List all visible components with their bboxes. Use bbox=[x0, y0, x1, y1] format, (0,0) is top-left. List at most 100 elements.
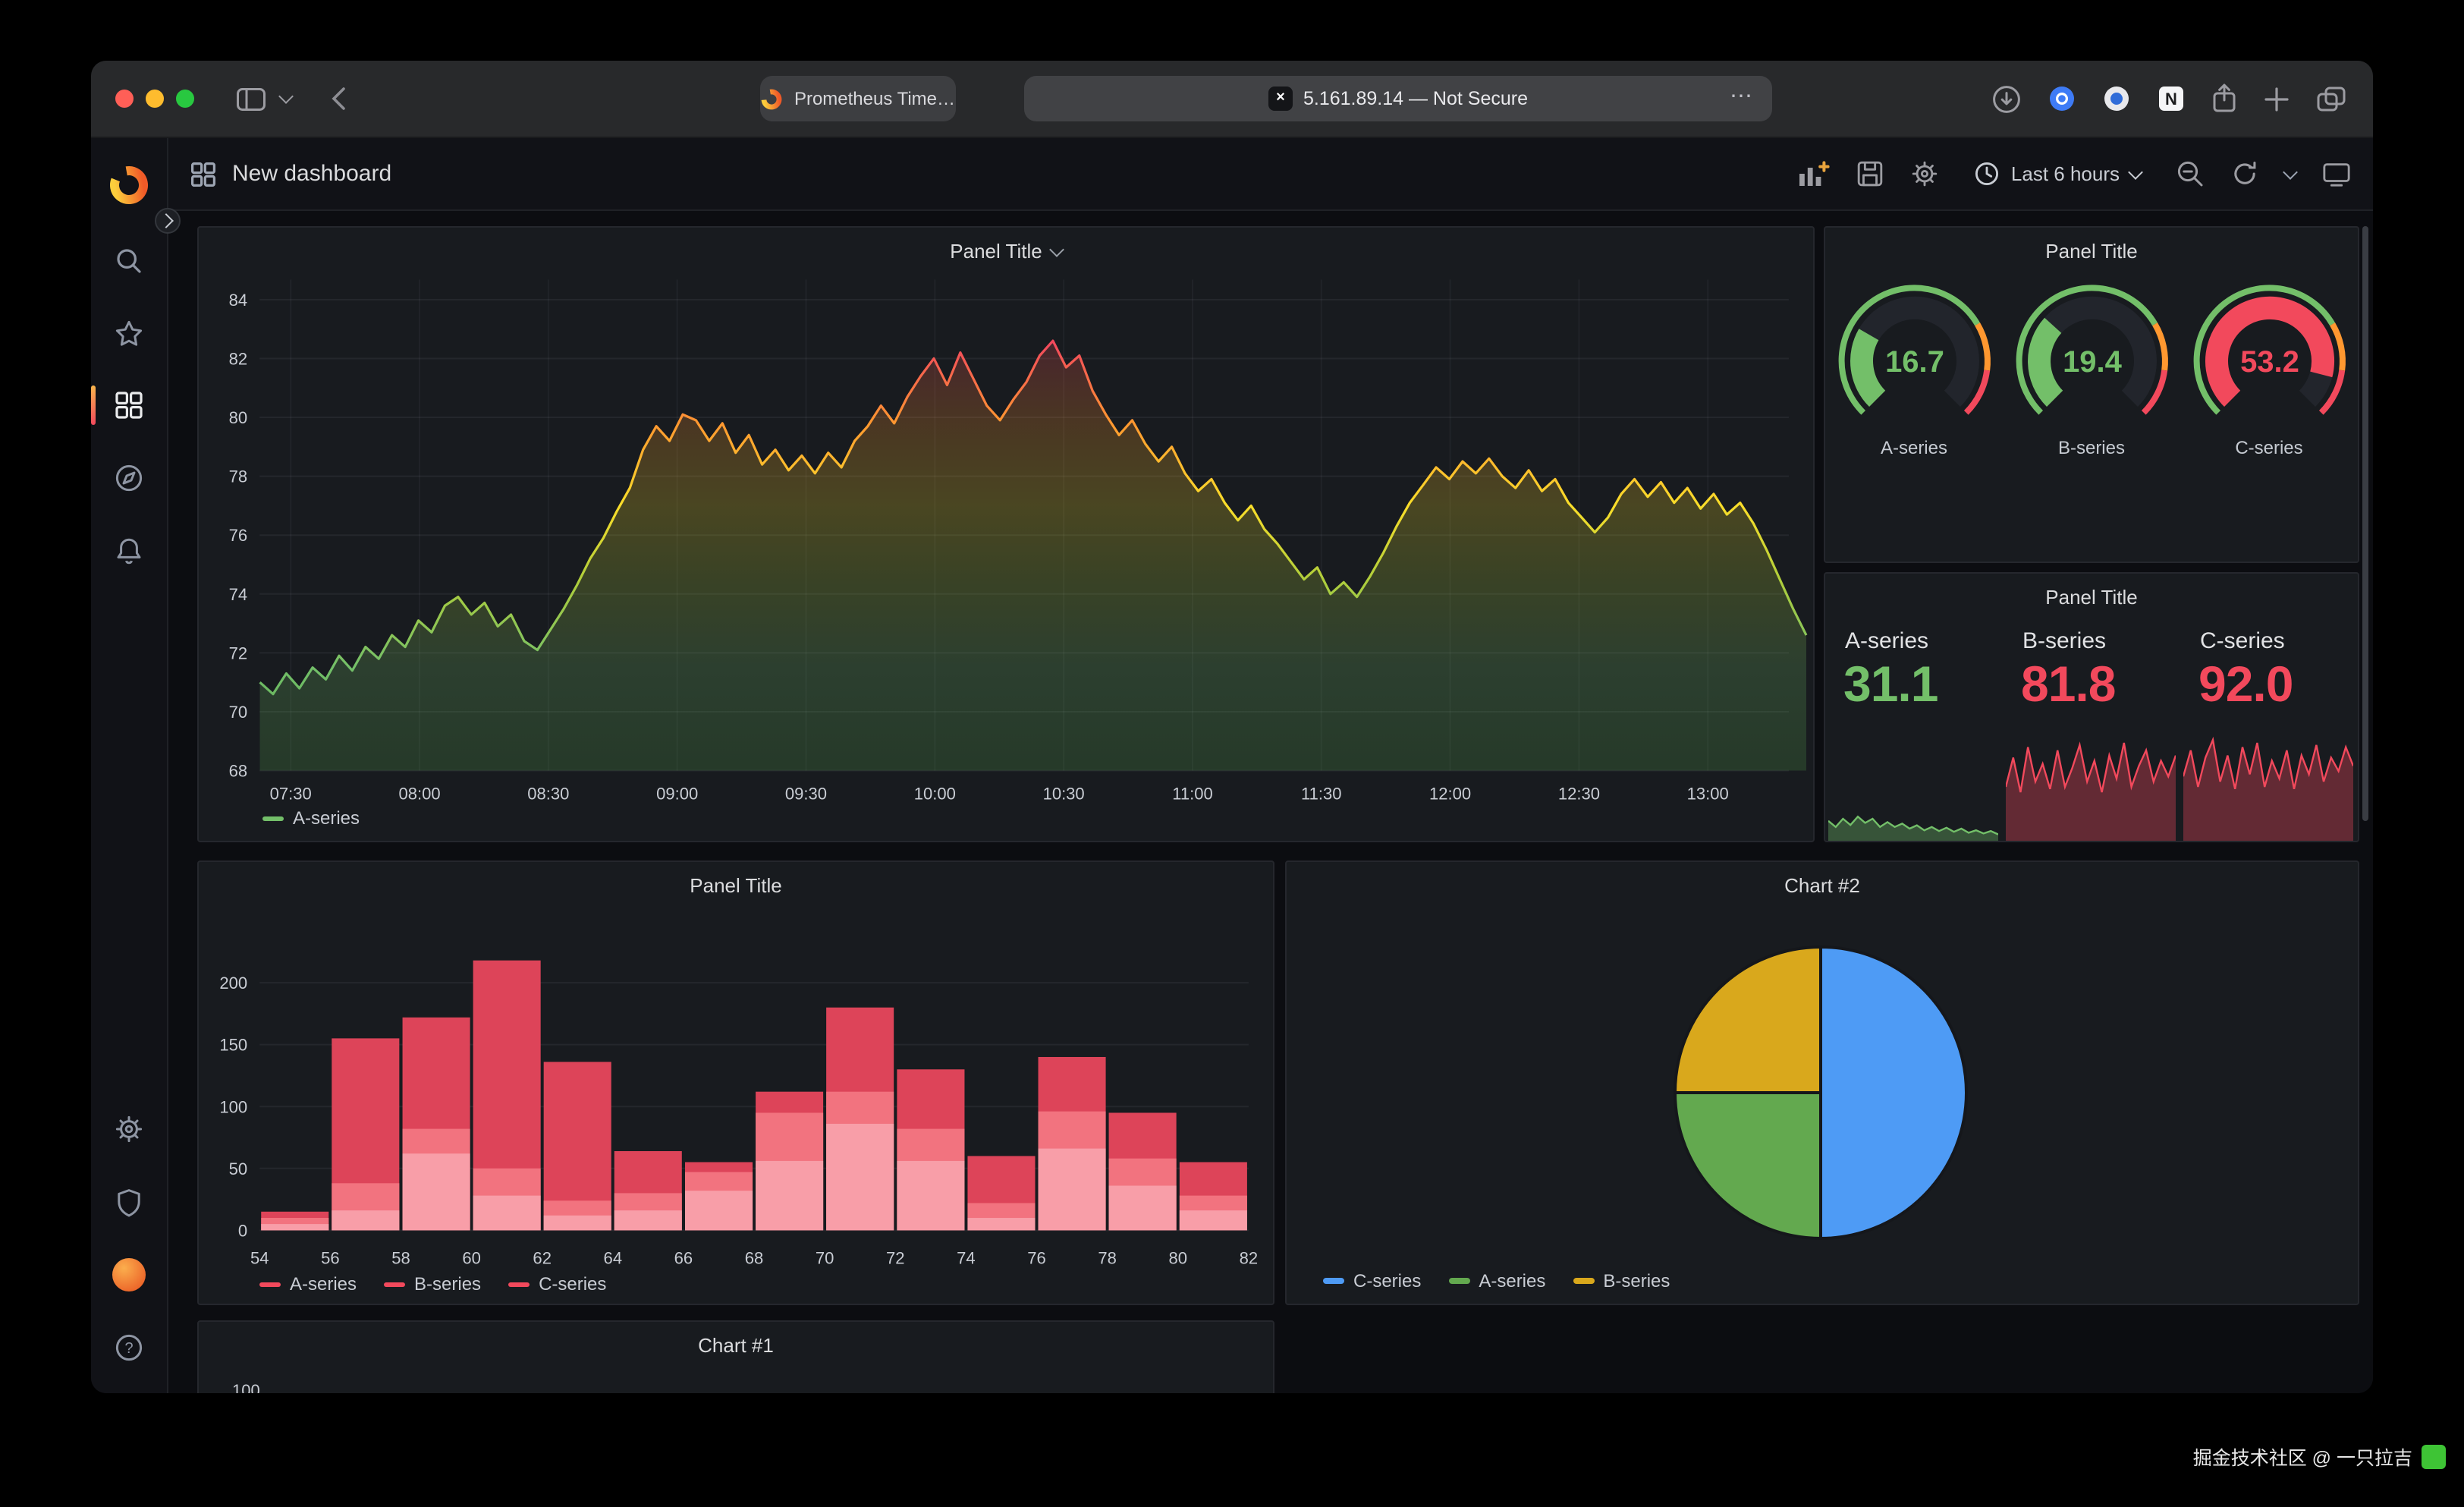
pie-chart[interactable] bbox=[1669, 941, 1972, 1244]
timeseries-legend[interactable]: A-series bbox=[262, 807, 360, 829]
close-window-button[interactable] bbox=[115, 90, 134, 108]
scrollbar-thumb[interactable] bbox=[2362, 226, 2368, 821]
svg-text:70: 70 bbox=[816, 1249, 834, 1268]
downloads-button[interactable] bbox=[1992, 84, 2021, 113]
legend-item[interactable]: B-series bbox=[1573, 1270, 1670, 1291]
panel-title-text: Chart #1 bbox=[698, 1334, 774, 1357]
svg-text:50: 50 bbox=[229, 1159, 248, 1178]
tab-overview-button[interactable] bbox=[2317, 86, 2346, 112]
add-panel-button[interactable] bbox=[1797, 159, 1831, 189]
timeseries-chart[interactable]: 68707274767880828407:3008:0008:3009:0009… bbox=[199, 228, 1813, 841]
save-dashboard-button[interactable] bbox=[1856, 159, 1885, 188]
new-tab-button[interactable] bbox=[2264, 86, 2290, 112]
svg-text:13:00: 13:00 bbox=[1687, 785, 1729, 804]
legend-item[interactable]: A-series bbox=[1448, 1270, 1545, 1291]
nav-explore[interactable] bbox=[99, 448, 159, 508]
watermark: 掘金技术社区 @ 一只拉吉 bbox=[2193, 1442, 2446, 1471]
gauge-label: B-series bbox=[2058, 437, 2125, 458]
nav-configuration[interactable] bbox=[99, 1099, 159, 1159]
panel-title[interactable]: Chart #2 bbox=[1287, 873, 2358, 898]
panel-title[interactable]: Panel Title bbox=[1825, 584, 2358, 610]
grafana-logo[interactable] bbox=[108, 164, 150, 206]
legend-label: A-series bbox=[1479, 1270, 1545, 1291]
tab-prometheus[interactable]: Prometheus Time… bbox=[760, 76, 956, 121]
gauge-chart[interactable]: 53.2 bbox=[2178, 276, 2359, 434]
legend-marker bbox=[1448, 1278, 1469, 1284]
legend-item[interactable]: A-series bbox=[259, 1273, 357, 1295]
svg-text:82: 82 bbox=[229, 349, 248, 368]
stat-label: C-series bbox=[2200, 628, 2285, 654]
legend-label: C-series bbox=[539, 1273, 606, 1295]
svg-text:54: 54 bbox=[250, 1249, 269, 1268]
svg-text:09:30: 09:30 bbox=[785, 785, 827, 804]
nav-expand-button[interactable] bbox=[155, 208, 181, 234]
stat-label: A-series bbox=[1845, 628, 1928, 654]
nav-dashboards[interactable] bbox=[99, 375, 159, 436]
tab-active-address[interactable]: × 5.161.89.14 — Not Secure ⋯ bbox=[1024, 76, 1772, 121]
panel-title[interactable]: Panel Title bbox=[199, 873, 1273, 898]
legend-marker bbox=[1323, 1278, 1344, 1284]
panel-title[interactable]: Chart #1 bbox=[199, 1332, 1273, 1358]
svg-text:80: 80 bbox=[1169, 1249, 1188, 1268]
toolbar-left-group bbox=[237, 61, 346, 137]
legend-item[interactable]: C-series bbox=[1323, 1270, 1421, 1291]
grafana-favicon bbox=[761, 87, 784, 110]
nav-server-admin[interactable] bbox=[99, 1172, 159, 1232]
nav-help[interactable]: ? bbox=[99, 1317, 159, 1378]
time-range-picker[interactable]: Last 6 hours bbox=[1966, 159, 2150, 188]
extension-blue-button[interactable] bbox=[2048, 85, 2076, 112]
nav-alerting[interactable] bbox=[99, 521, 159, 581]
grafana-nav-rail: ? bbox=[91, 138, 168, 1393]
topbar-actions: Last 6 hours bbox=[1797, 159, 2352, 189]
back-button[interactable] bbox=[331, 87, 346, 111]
histogram-chart[interactable]: 0501001502005456586062646668707274767880… bbox=[199, 862, 1273, 1304]
dashboard-title: New dashboard bbox=[232, 161, 391, 187]
gear-icon bbox=[1911, 159, 1940, 188]
legend-item[interactable]: B-series bbox=[384, 1273, 481, 1295]
panel-title[interactable]: Panel Title bbox=[199, 238, 1813, 264]
download-icon bbox=[1992, 84, 2021, 113]
gauge-label: C-series bbox=[2235, 437, 2302, 458]
time-range-label: Last 6 hours bbox=[2011, 162, 2120, 185]
legend-marker bbox=[259, 1282, 281, 1286]
extension-round-button[interactable] bbox=[2103, 85, 2130, 112]
minimize-window-button[interactable] bbox=[146, 90, 164, 108]
panel-title[interactable]: Panel Title bbox=[1825, 238, 2358, 264]
tv-mode-button[interactable] bbox=[2321, 159, 2352, 188]
nav-starred[interactable] bbox=[99, 304, 159, 364]
svg-text:09:00: 09:00 bbox=[656, 785, 698, 804]
notion-icon: N bbox=[2158, 85, 2185, 112]
svg-text:76: 76 bbox=[229, 526, 248, 545]
extension-blue-icon bbox=[2048, 85, 2076, 112]
legend-marker bbox=[262, 816, 284, 820]
nav-search[interactable] bbox=[99, 231, 159, 291]
zoom-window-button[interactable] bbox=[176, 90, 194, 108]
tab-title: Prometheus Time… bbox=[794, 88, 955, 109]
user-avatar[interactable] bbox=[99, 1244, 159, 1305]
gauge-chart[interactable]: 19.4 bbox=[2000, 276, 2183, 434]
sidebar-icon bbox=[237, 87, 266, 110]
svg-text:16.7: 16.7 bbox=[1884, 345, 1944, 379]
svg-text:?: ? bbox=[124, 1340, 133, 1357]
panel-title-text: Chart #2 bbox=[1784, 874, 1860, 897]
sidebar-toggle-button[interactable] bbox=[237, 87, 266, 110]
stat-value: 31.1 bbox=[1843, 656, 1938, 713]
zoom-out-time-button[interactable] bbox=[2176, 159, 2205, 188]
refresh-button[interactable] bbox=[2230, 159, 2259, 188]
gauge-chart[interactable]: 16.7 bbox=[1824, 276, 2005, 434]
refresh-interval-caret[interactable] bbox=[2283, 164, 2298, 179]
share-button[interactable] bbox=[2212, 83, 2236, 114]
plus-icon bbox=[2264, 86, 2290, 112]
svg-text:100: 100 bbox=[219, 1097, 247, 1116]
panel-title-text: Panel Title bbox=[2045, 240, 2137, 263]
legend-marker bbox=[508, 1282, 530, 1286]
legend-item[interactable]: C-series bbox=[508, 1273, 606, 1295]
stat-columns: A-series 31.1 B-series 81.8 C-series bbox=[1825, 574, 2358, 841]
svg-text:72: 72 bbox=[229, 643, 248, 662]
chevron-down-icon[interactable] bbox=[278, 89, 294, 104]
page-more-icon[interactable]: ⋯ bbox=[1730, 82, 1754, 109]
notion-extension-button[interactable]: N bbox=[2158, 85, 2185, 112]
dashboard-settings-button[interactable] bbox=[1911, 159, 1940, 188]
svg-text:08:00: 08:00 bbox=[398, 785, 440, 804]
compass-icon bbox=[114, 463, 144, 493]
